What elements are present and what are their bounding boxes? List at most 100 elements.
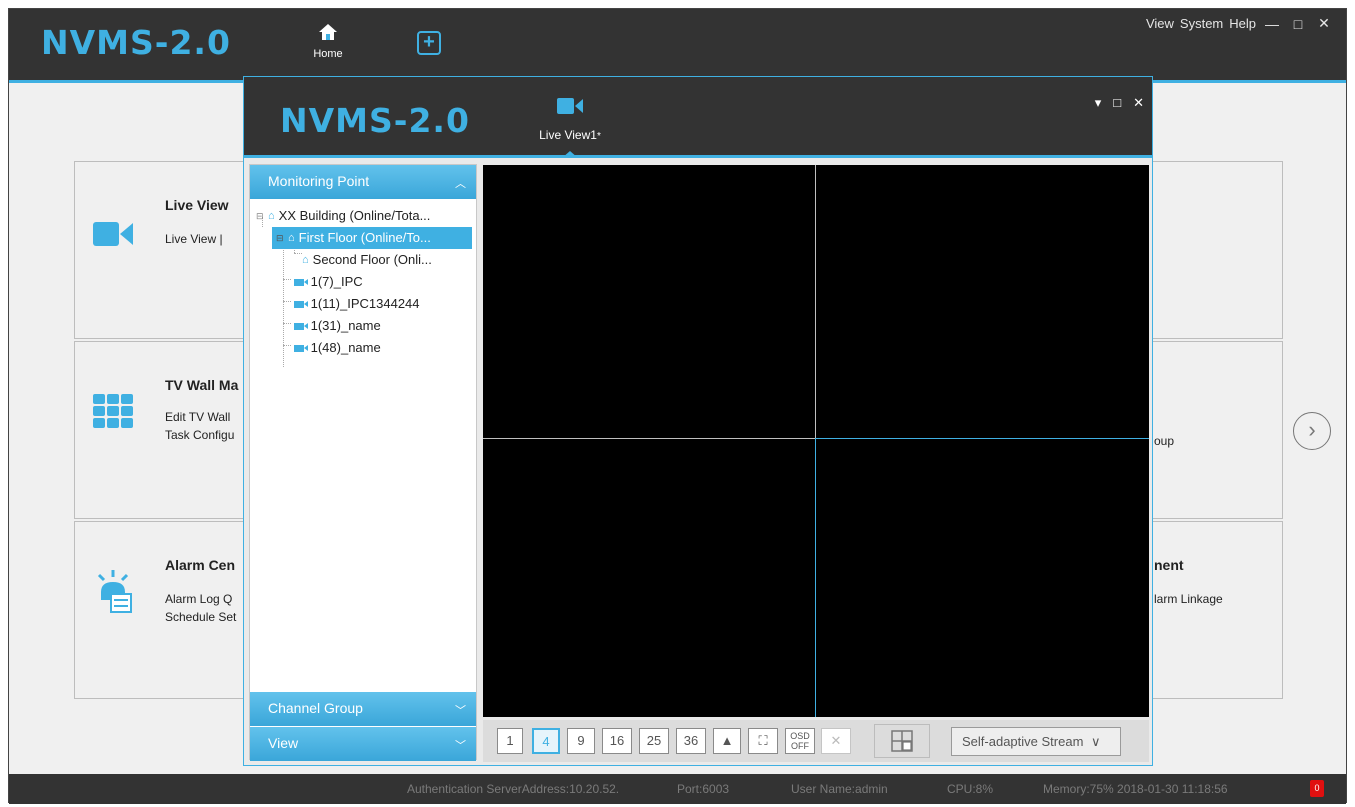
tab-live-view1[interactable]: Live View1* [528, 97, 612, 158]
side-panel: Monitoring Point ︿ ⊟ ⌂ XX Building (Onli… [249, 164, 477, 761]
chevron-up-icon: ︿ [455, 178, 466, 190]
tv-wall-icon [93, 394, 133, 428]
top-menu: View System Help — □ ✕ [1146, 15, 1334, 32]
layout-1-button[interactable]: 1 [497, 728, 523, 754]
tree-node-label: 1(31)_name [310, 318, 381, 333]
card-tv-wall[interactable]: TV Wall Ma Edit TV Wall Task Configu [74, 341, 254, 519]
osd-toggle-button[interactable]: OSD OFF [785, 728, 815, 754]
dropdown-icon[interactable]: ▾ [1095, 95, 1102, 111]
layout-25-button[interactable]: 25 [639, 728, 669, 754]
tree-node-channel[interactable]: 1(7)_IPC [294, 271, 363, 293]
card-title: Live View [165, 197, 229, 213]
tree-node-second-floor[interactable]: ⌂ Second Floor (Onli... [302, 249, 432, 271]
section-label: Monitoring Point [268, 173, 370, 189]
tab-home-label: Home [313, 48, 343, 60]
status-memory-time: Memory:75% 2018-01-30 11:18:56 [1043, 782, 1228, 796]
minimize-button[interactable]: — [1262, 16, 1282, 32]
card-link[interactable]: Live View | [165, 232, 223, 246]
card-title: TV Wall Ma [165, 377, 239, 393]
restore-button[interactable]: □ [1113, 95, 1121, 111]
layout-16-button[interactable]: 16 [602, 728, 632, 754]
layout-9-button[interactable]: 9 [567, 728, 595, 754]
layout-36-button[interactable]: 36 [676, 728, 706, 754]
card-live-view[interactable]: Live View Live View | [74, 161, 254, 339]
card-link[interactable]: Task Configu [165, 428, 234, 442]
main-top-bar: NVMS-2.0 Home + View System Help — □ ✕ [9, 9, 1346, 83]
live-view-window: NVMS-2.0 Live View1* ▾ □ ✕ Monitoring Po… [243, 76, 1153, 766]
card-title: nent [1154, 557, 1184, 573]
home-icon: ⌂ [268, 210, 275, 222]
triangle-up-icon: ▲ [720, 733, 734, 748]
tree-node-label: 1(11)_IPC1344244 [310, 296, 420, 311]
tree-node-channel[interactable]: 1(48)_name [294, 337, 381, 359]
active-tab-indicator [562, 151, 578, 158]
tree-node-channel[interactable]: 1(11)_IPC1344244 [294, 293, 420, 315]
save-view-button[interactable] [874, 724, 930, 758]
card-right-2[interactable]: oup [1149, 341, 1283, 519]
section-channel-group[interactable]: Channel Group ﹀ [250, 692, 476, 726]
tab-home[interactable]: Home [303, 23, 353, 83]
camera-icon [93, 222, 133, 246]
app-window: NVMS-2.0 Home + View System Help — □ ✕ L… [8, 8, 1347, 804]
menu-help[interactable]: Help [1229, 16, 1256, 31]
section-view[interactable]: View ﹀ [250, 727, 476, 761]
card-link[interactable]: Schedule Set [165, 610, 236, 624]
tree-node-first-floor[interactable]: ⊟ ⌂ First Floor (Online/To... [272, 227, 472, 249]
close-all-button[interactable]: ✕ [821, 728, 851, 754]
stream-type-value: Self-adaptive Stream [962, 734, 1084, 749]
card-link[interactable]: oup [1154, 434, 1174, 448]
camera-icon [294, 322, 308, 330]
card-right-3[interactable]: nent larm Linkage [1149, 521, 1283, 699]
card-alarm-center[interactable]: Alarm Cen Alarm Log Q Schedule Set [74, 521, 254, 699]
home-icon: ⌂ [288, 232, 295, 244]
layout-4-button[interactable]: 4 [532, 728, 560, 754]
close-button[interactable]: ✕ [1314, 15, 1334, 32]
status-auth-server: Authentication ServerAddress:10.20.52. [407, 782, 620, 796]
live-view-logo: NVMS-2.0 [280, 101, 470, 140]
alarm-notification-badge[interactable]: 0 [1310, 780, 1324, 797]
home-icon: ⌂ [302, 254, 309, 266]
chevron-down-icon: ﹀ [455, 705, 466, 717]
tab-live-view1-label: Live View1 [539, 128, 597, 142]
tree-node-channel[interactable]: 1(31)_name [294, 315, 381, 337]
camera-icon [294, 300, 308, 308]
save-view-icon [891, 730, 913, 752]
card-right-1[interactable] [1149, 161, 1283, 339]
alarm-icon [97, 570, 132, 613]
card-link[interactable]: larm Linkage [1154, 592, 1223, 606]
close-icon: ✕ [830, 733, 842, 748]
fullscreen-icon: ⛶ [758, 733, 768, 748]
tree-node-label: 1(48)_name [310, 340, 381, 355]
maximize-button[interactable]: □ [1288, 16, 1308, 32]
collapse-toggle-icon[interactable]: ⊟ [276, 227, 288, 249]
chevron-down-icon: ∨ [1091, 734, 1101, 749]
close-button[interactable]: ✕ [1133, 95, 1144, 111]
video-pane-1[interactable] [483, 165, 815, 438]
unsaved-indicator: * [596, 131, 601, 142]
tree-node-building[interactable]: ⊟ ⌂ XX Building (Online/Tota... [256, 205, 476, 227]
camera-icon [294, 344, 308, 352]
section-monitoring-point[interactable]: Monitoring Point ︿ [250, 165, 476, 199]
section-label: View [268, 735, 299, 751]
menu-system[interactable]: System [1180, 16, 1223, 31]
status-user: User Name:admin [791, 782, 888, 796]
video-pane-3[interactable] [483, 439, 815, 717]
tree-node-label: First Floor (Online/To... [298, 230, 431, 245]
status-port: Port:6003 [677, 782, 730, 796]
video-pane-2[interactable] [816, 165, 1149, 438]
card-link[interactable]: Edit TV Wall [165, 410, 230, 424]
add-tab-button[interactable]: + [417, 31, 441, 55]
fullscreen-button[interactable]: ⛶ [748, 728, 778, 754]
live-view-top-bar: NVMS-2.0 Live View1* ▾ □ ✕ [244, 77, 1152, 158]
app-logo: NVMS-2.0 [41, 23, 231, 62]
home-icon [319, 24, 337, 40]
camera-icon [557, 98, 583, 114]
menu-view[interactable]: View [1146, 16, 1174, 31]
tree-node-label: Second Floor (Onli... [312, 252, 432, 267]
live-view-window-controls: ▾ □ ✕ [1095, 95, 1144, 111]
more-layouts-button[interactable]: ▲ [713, 728, 741, 754]
next-page-button[interactable]: › [1293, 412, 1331, 450]
stream-type-dropdown[interactable]: Self-adaptive Stream ∨ [951, 727, 1121, 756]
collapse-toggle-icon[interactable]: ⊟ [256, 205, 268, 227]
card-link[interactable]: Alarm Log Q [165, 592, 232, 606]
